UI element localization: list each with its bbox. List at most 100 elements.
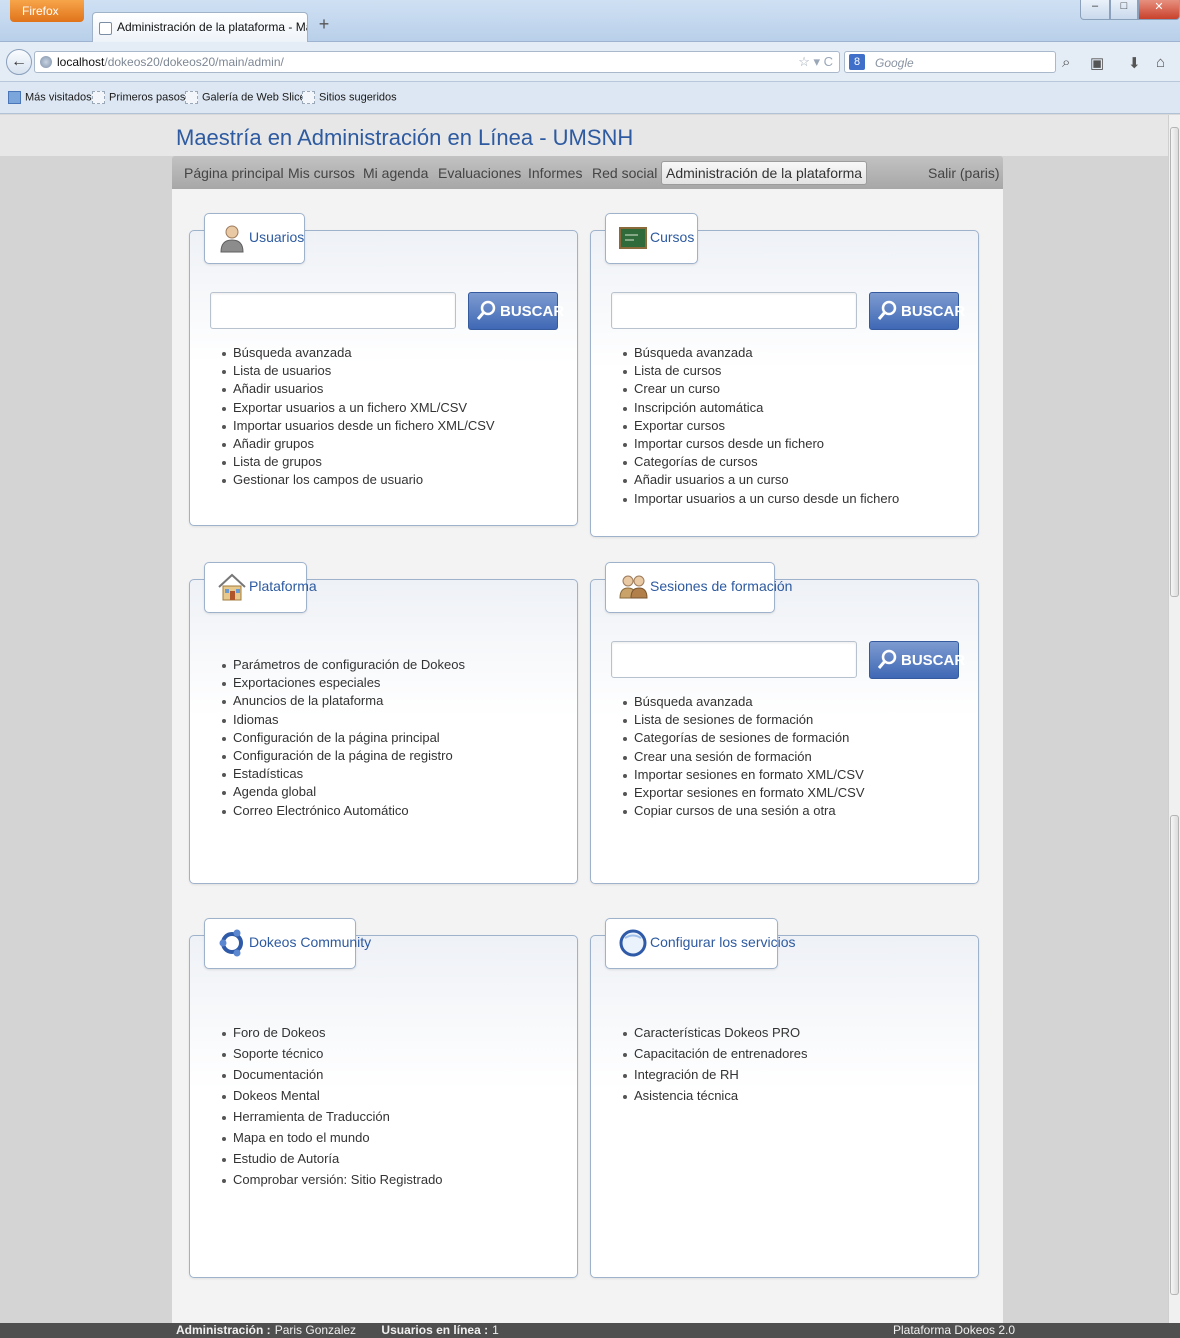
list-item[interactable]: Idiomas [222,712,465,730]
list-item[interactable]: Importar usuarios a un curso desde un fi… [622,491,899,509]
users-search-button[interactable]: BUSCAR [468,292,564,330]
list-item[interactable]: Añadir usuarios [222,381,495,399]
list-item[interactable]: Búsqueda avanzada [222,345,495,363]
footer-online-count[interactable]: 1 [492,1323,499,1337]
maximize-button[interactable]: □ [1110,0,1138,20]
people-icon [619,575,648,599]
list-item[interactable]: Configuración de la página de registro [222,748,465,766]
scrollbar-thumb[interactable] [1170,127,1179,597]
menu-home[interactable]: Página principal [184,165,284,181]
bookmark-suggested-sites[interactable]: Sitios sugeridos [302,91,397,104]
addon-icon[interactable]: ▣ [1090,54,1104,72]
menu-social[interactable]: Red social [592,165,657,181]
sessions-search-button[interactable]: BUSCAR [869,641,965,679]
list-item[interactable]: Categorías de cursos [622,454,899,472]
list-item[interactable]: Asistencia técnica [622,1088,807,1109]
list-item[interactable]: Estadísticas [222,766,465,784]
magnifier-icon[interactable]: ⌕ [1062,54,1070,71]
list-item[interactable]: Características Dokeos PRO [622,1025,807,1046]
list-item[interactable]: Lista de sesiones de formación [623,712,865,730]
list-item[interactable]: Herramienta de Traducción [222,1109,443,1130]
menu-platform-admin[interactable]: Administración de la plataforma [661,161,868,185]
list-item[interactable]: Importar sesiones en formato XML/CSV [623,767,865,785]
list-item[interactable]: Anuncios de la plataforma [222,693,465,711]
list-item[interactable]: Integración de RH [622,1067,807,1088]
list-item[interactable]: Lista de grupos [222,454,495,472]
list-item[interactable]: Gestionar los campos de usuario [222,472,495,490]
list-item[interactable]: Exportaciones especiales [222,675,465,693]
list-item[interactable]: Lista de usuarios [222,363,495,381]
list-item[interactable]: Crear un curso [622,381,899,399]
menu-agenda[interactable]: Mi agenda [363,165,428,181]
menu-evaluations[interactable]: Evaluaciones [438,165,521,181]
page-scrollbar[interactable] [1168,115,1180,1323]
list-item[interactable]: Parámetros de configuración de Dokeos [222,657,465,675]
list-item[interactable]: Exportar sesiones en formato XML/CSV [623,785,865,803]
users-search-input[interactable] [210,292,456,329]
bookmark-most-visited[interactable]: Más visitados [8,91,92,104]
footer-admin-name[interactable]: Paris Gonzalez [275,1323,356,1337]
list-item[interactable]: Mapa en todo el mundo [222,1130,443,1151]
list-item[interactable]: Crear una sesión de formación [623,749,865,767]
panel-platform-title: Plataforma [249,578,317,594]
list-item[interactable]: Capacitación de entrenadores [622,1046,807,1067]
list-item[interactable]: Comprobar versión: Sitio Registrado [222,1172,443,1193]
bookmark-star-icon[interactable]: ☆ ▾ C [798,54,833,70]
new-tab-button[interactable]: + [312,14,336,40]
footer-platform[interactable]: Plataforma Dokeos 2.0 [893,1323,1015,1337]
list-item[interactable]: Inscripción automática [622,400,899,418]
panel-sessions-header: Sesiones de formación [605,562,792,613]
list-item[interactable]: Exportar cursos [622,418,899,436]
list-item[interactable]: Búsqueda avanzada [623,694,865,712]
panel-platform: Plataforma Parámetros de configuración d… [189,562,578,884]
list-item[interactable]: Estudio de Autoría [222,1151,443,1172]
list-item[interactable]: Exportar usuarios a un fichero XML/CSV [222,400,495,418]
bookmark-getting-started[interactable]: Primeros pasos [92,91,185,104]
sessions-search-input[interactable] [611,641,857,678]
list-item[interactable]: Foro de Dokeos [222,1025,443,1046]
courses-search-button[interactable]: BUSCAR [869,292,965,330]
list-item[interactable]: Documentación [222,1067,443,1088]
menu-reports[interactable]: Informes [528,165,582,181]
platform-links: Parámetros de configuración de Dokeos Ex… [222,657,465,821]
list-item[interactable]: Copiar cursos de una sesión a otra [623,803,865,821]
browser-tab[interactable]: Administración de la plataforma - Maest.… [92,12,308,42]
firefox-menu-button[interactable]: Firefox [10,0,84,22]
scrollbar-thumb[interactable] [1170,815,1179,1295]
list-item[interactable]: Categorías de sesiones de formación [623,730,865,748]
panel-users-title: Usuarios [249,229,305,245]
list-item[interactable]: Lista de cursos [622,363,899,381]
list-item[interactable]: Soporte técnico [222,1046,443,1067]
courses-search: BUSCAR [611,292,965,330]
list-item[interactable]: Agenda global [222,784,465,802]
search-bar[interactable]: 8 Google [844,51,1056,73]
page-icon [302,91,315,104]
google-engine-icon[interactable]: 8 [849,54,865,70]
site-title[interactable]: Maestría en Administración en Línea - UM… [176,125,633,151]
courses-search-input[interactable] [611,292,857,329]
list-item[interactable]: Configuración de la página principal [222,730,465,748]
services-globe-icon [619,929,647,957]
house-icon [218,573,246,601]
page-icon [185,91,198,104]
bookmark-web-slice[interactable]: Galería de Web Slice [185,91,306,104]
sessions-links: Búsqueda avanzada Lista de sesiones de f… [623,694,865,821]
address-bar[interactable]: localhost/dokeos20/dokeos20/main/admin/ … [34,51,840,73]
courses-links: Búsqueda avanzada Lista de cursos Crear … [622,345,899,509]
download-icon[interactable]: ⬇ [1128,54,1141,72]
close-window-button[interactable]: ✕ [1138,0,1180,20]
list-item[interactable]: Importar usuarios desde un fichero XML/C… [222,418,495,436]
list-item[interactable]: Añadir usuarios a un curso [622,472,899,490]
panel-community-header: Dokeos Community [204,918,371,969]
list-item[interactable]: Añadir grupos [222,436,495,454]
list-item[interactable]: Dokeos Mental [222,1088,443,1109]
minimize-button[interactable]: – [1080,0,1110,20]
logout-link[interactable]: Salir (paris) [928,165,1000,181]
list-item[interactable]: Búsqueda avanzada [622,345,899,363]
back-button[interactable]: ← [6,49,32,75]
site-identity-icon[interactable] [40,56,52,68]
menu-my-courses[interactable]: Mis cursos [288,165,355,181]
list-item[interactable]: Correo Electrónico Automático [222,803,465,821]
home-icon[interactable]: ⌂ [1156,54,1165,71]
list-item[interactable]: Importar cursos desde un fichero [622,436,899,454]
